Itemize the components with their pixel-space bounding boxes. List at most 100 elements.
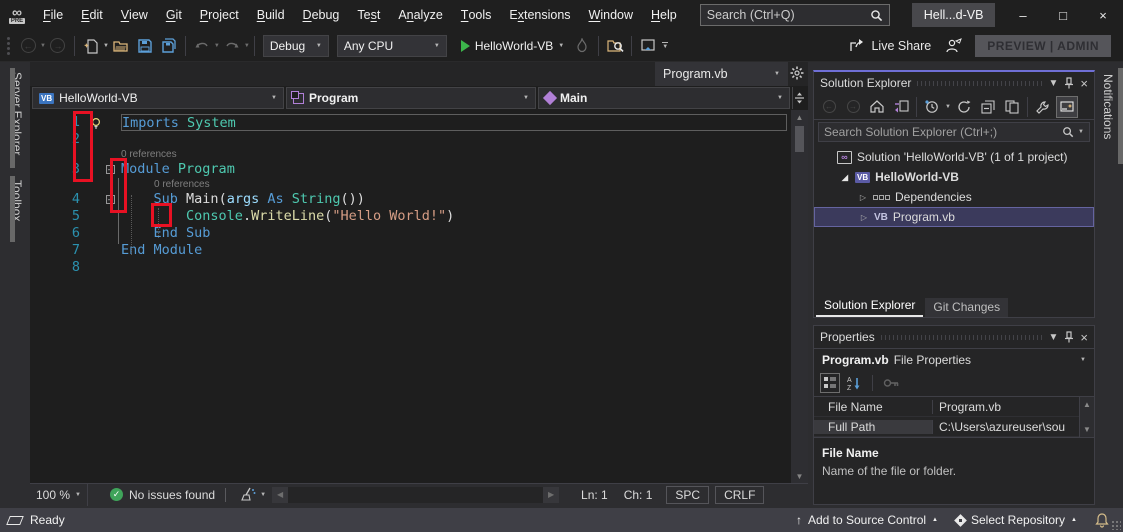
collapsed-arrow-icon[interactable]: ▷ xyxy=(858,193,868,202)
document-tab-program-vb[interactable]: Program.vb ▼ xyxy=(655,62,788,86)
send-feedback-button[interactable] xyxy=(941,34,965,58)
refresh-button[interactable] xyxy=(953,96,975,118)
pin-icon[interactable] xyxy=(1064,331,1074,343)
property-row-file-name[interactable]: File NameProgram.vb xyxy=(814,397,1094,417)
column-indicator[interactable]: Ch: 1 xyxy=(616,487,661,503)
properties-button[interactable] xyxy=(1032,96,1054,118)
hot-reload-button[interactable] xyxy=(570,34,594,58)
solution-configuration-dropdown[interactable]: Debug ▼ xyxy=(263,35,329,57)
code-cleanup-button[interactable] xyxy=(236,483,260,507)
menu-extensions[interactable]: Extensions xyxy=(500,0,579,30)
alphabetical-sort-button[interactable]: AZ xyxy=(844,373,864,393)
menu-file[interactable]: File xyxy=(34,0,72,30)
code-line-6[interactable]: 6 End Sub xyxy=(30,225,791,242)
code-line-5[interactable]: 5 Console.WriteLine("Hello World!") xyxy=(30,208,791,225)
visual-studio-logo[interactable]: ∞ PRE xyxy=(0,7,34,24)
line-ending-toggle[interactable]: CRLF xyxy=(715,486,764,504)
menu-debug[interactable]: Debug xyxy=(294,0,349,30)
window-position-caret-icon[interactable]: ▼ xyxy=(1049,332,1059,343)
collapse-all-button[interactable] xyxy=(977,96,999,118)
line-indicator[interactable]: Ln: 1 xyxy=(573,487,616,503)
toolbar-grip[interactable] xyxy=(2,37,14,55)
collapsed-arrow-icon[interactable]: ▷ xyxy=(859,213,869,222)
scroll-up-icon[interactable]: ▲ xyxy=(1083,400,1091,409)
add-to-source-control-button[interactable]: ↑ Add to Source Control ▲ xyxy=(796,513,938,527)
tree-item-solution-helloworld-vb-1-of-1-project[interactable]: ∞Solution 'HelloWorld-VB' (1 of 1 projec… xyxy=(814,147,1094,167)
selected-object-dropdown[interactable]: Program.vb File Properties ▼ xyxy=(814,348,1094,370)
scroll-down-icon[interactable]: ▼ xyxy=(1083,425,1091,434)
pin-icon[interactable] xyxy=(1064,77,1074,89)
redo-caret-icon[interactable]: ▼ xyxy=(244,43,250,49)
navigate-back-button[interactable]: ← xyxy=(16,34,40,58)
scroll-right-icon[interactable]: ▶ xyxy=(543,487,559,503)
notifications-bell-icon[interactable] xyxy=(1095,513,1109,528)
cleanup-caret-icon[interactable]: ▼ xyxy=(260,492,266,498)
close-panel-icon[interactable]: × xyxy=(1080,330,1088,345)
health-indicator[interactable]: ✓ No issues found xyxy=(110,488,215,502)
editor-horizontal-scrollbar[interactable]: ◀ ▶ xyxy=(272,484,559,506)
spaces-toggle[interactable]: SPC xyxy=(666,486,709,504)
code-line-7[interactable]: 7End Module xyxy=(30,242,791,259)
open-file-button[interactable] xyxy=(109,34,133,58)
split-editor-button[interactable] xyxy=(792,87,806,109)
zoom-dropdown[interactable]: 100 % ▼ xyxy=(30,484,88,506)
codelens-references[interactable]: 0 references xyxy=(154,178,210,191)
quick-search-box[interactable] xyxy=(700,4,890,26)
property-pages-button[interactable] xyxy=(881,373,901,393)
codelens-row[interactable]: 0 references xyxy=(30,178,791,191)
scroll-up-icon[interactable]: ▲ xyxy=(796,110,804,124)
sync-with-active-document-button[interactable] xyxy=(890,96,912,118)
notifications-tab[interactable]: Notifications xyxy=(1095,68,1123,164)
solution-platform-dropdown[interactable]: Any CPU ▼ xyxy=(337,35,447,57)
toolbar-options-caret-icon[interactable]: ▼ xyxy=(662,42,668,50)
code-editor[interactable]: 1Imports System20 references3–Module Pro… xyxy=(30,110,791,483)
menu-analyze[interactable]: Analyze xyxy=(389,0,451,30)
code-line-4[interactable]: 4– Sub Main(args As String()) xyxy=(30,191,791,208)
window-position-caret-icon[interactable]: ▼ xyxy=(1049,78,1059,89)
property-grid-scrollbar[interactable]: ▲ ▼ xyxy=(1079,397,1094,437)
toolbox-tab[interactable]: Toolbox xyxy=(0,176,30,242)
solution-explorer-search-box[interactable]: ▼ xyxy=(818,122,1090,142)
menu-help[interactable]: Help xyxy=(642,0,686,30)
redo-button[interactable] xyxy=(220,34,244,58)
property-value[interactable]: C:\Users\azureuser\sou xyxy=(932,420,1094,434)
menu-project[interactable]: Project xyxy=(191,0,248,30)
preview-selected-items-button[interactable] xyxy=(1001,96,1023,118)
se-forward-button[interactable]: → xyxy=(842,96,864,118)
member-dropdown[interactable]: Main ▼ xyxy=(538,87,790,109)
properties-title-bar[interactable]: Properties ▼ × xyxy=(814,326,1094,348)
solution-explorer-title-bar[interactable]: Solution Explorer ▼ × xyxy=(814,72,1094,94)
se-search-input[interactable] xyxy=(824,125,1062,139)
server-explorer-tab[interactable]: Server Explorer xyxy=(0,68,30,168)
scroll-left-icon[interactable]: ◀ xyxy=(272,487,288,503)
tree-item-program-vb[interactable]: ▷VBProgram.vb xyxy=(814,207,1094,227)
code-line-8[interactable]: 8 xyxy=(30,259,791,276)
save-button[interactable] xyxy=(133,34,157,58)
menu-edit[interactable]: Edit xyxy=(72,0,112,30)
categorized-view-button[interactable] xyxy=(820,373,840,393)
sync-namespaces-button[interactable] xyxy=(636,34,660,58)
type-dropdown[interactable]: Program ▼ xyxy=(286,87,536,109)
property-row-full-path[interactable]: Full PathC:\Users\azureuser\sou xyxy=(814,417,1094,437)
code-line-3[interactable]: 3–Module Program xyxy=(30,161,791,178)
menu-build[interactable]: Build xyxy=(248,0,294,30)
pending-changes-filter-button[interactable] xyxy=(921,96,943,118)
close-panel-icon[interactable]: × xyxy=(1080,76,1088,91)
background-tasks-icon[interactable] xyxy=(6,516,24,525)
tab-list-caret-icon[interactable]: ▼ xyxy=(774,71,780,77)
close-button[interactable]: × xyxy=(1083,0,1123,30)
property-value[interactable]: Program.vb xyxy=(932,400,1094,414)
panel-tab-git-changes[interactable]: Git Changes xyxy=(925,298,1008,317)
se-back-button[interactable]: ← xyxy=(818,96,840,118)
resize-grip[interactable] xyxy=(1111,520,1121,530)
tree-item-helloworld-vb[interactable]: ◢VBHelloWorld-VB xyxy=(814,167,1094,187)
select-repository-button[interactable]: Select Repository ▲ xyxy=(956,513,1077,527)
search-input[interactable] xyxy=(707,8,870,22)
menu-view[interactable]: View xyxy=(112,0,157,30)
project-dropdown[interactable]: VB HelloWorld-VB ▼ xyxy=(32,87,284,109)
filter-caret-icon[interactable]: ▼ xyxy=(945,104,951,110)
tree-item-dependencies[interactable]: ▷Dependencies xyxy=(814,187,1094,207)
expanded-arrow-icon[interactable]: ◢ xyxy=(840,173,850,182)
codelens-row[interactable]: 0 references xyxy=(30,148,791,161)
undo-button[interactable] xyxy=(190,34,214,58)
